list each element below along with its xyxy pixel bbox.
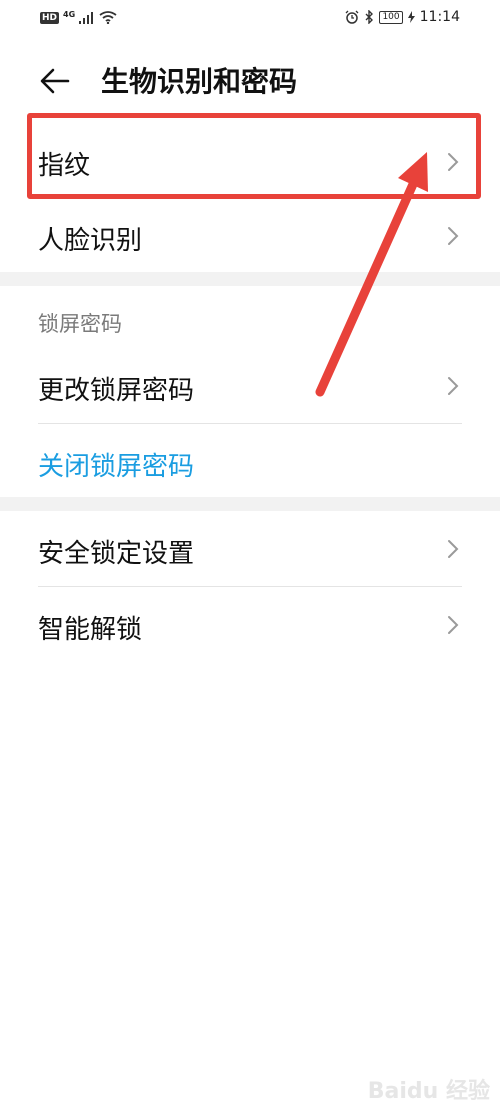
chevron-right-icon: [448, 227, 459, 245]
section-gap: [0, 497, 500, 511]
divider: [38, 423, 462, 424]
row-smart-unlock-label: 智能解锁: [38, 615, 143, 645]
row-face-recognition-label: 人脸识别: [38, 226, 143, 256]
row-change-lock-password-label: 更改锁屏密码: [38, 376, 195, 406]
app-bar: 生物识别和密码: [0, 56, 500, 108]
wifi-icon: [99, 11, 117, 24]
chevron-right-icon: [448, 540, 459, 558]
divider: [38, 586, 462, 587]
page-title: 生物识别和密码: [101, 65, 298, 98]
network-type: 4G: [63, 10, 76, 19]
battery-icon: 100: [379, 10, 403, 24]
watermark: Baidu 经验: [367, 1079, 490, 1104]
row-smart-unlock[interactable]: 智能解锁: [0, 588, 500, 662]
alarm-icon: [345, 10, 359, 24]
row-security-lock-settings-label: 安全锁定设置: [38, 539, 195, 569]
section-gap: [0, 272, 500, 286]
status-left: HD 4G: [40, 10, 117, 24]
chevron-right-icon: [448, 377, 459, 395]
highlight-box: [27, 113, 481, 199]
signal-icon: [79, 11, 94, 24]
arrow-left-icon: [40, 68, 70, 94]
chevron-right-icon: [448, 616, 459, 634]
hd-badge: HD: [40, 11, 60, 24]
clock: 11:14: [419, 9, 460, 25]
bluetooth-icon: [365, 10, 374, 24]
charging-icon: [407, 11, 415, 23]
row-change-lock-password[interactable]: 更改锁屏密码: [0, 350, 500, 422]
disable-lock-password-link[interactable]: 关闭锁屏密码: [38, 446, 194, 483]
row-security-lock-settings[interactable]: 安全锁定设置: [0, 512, 500, 586]
row-face-recognition[interactable]: 人脸识别: [0, 200, 500, 272]
section-header-lock-password: 锁屏密码: [38, 312, 122, 336]
status-right: 100 11:14: [345, 9, 460, 25]
back-button[interactable]: [38, 64, 72, 98]
status-bar: HD 4G 100 11:14: [0, 0, 500, 36]
